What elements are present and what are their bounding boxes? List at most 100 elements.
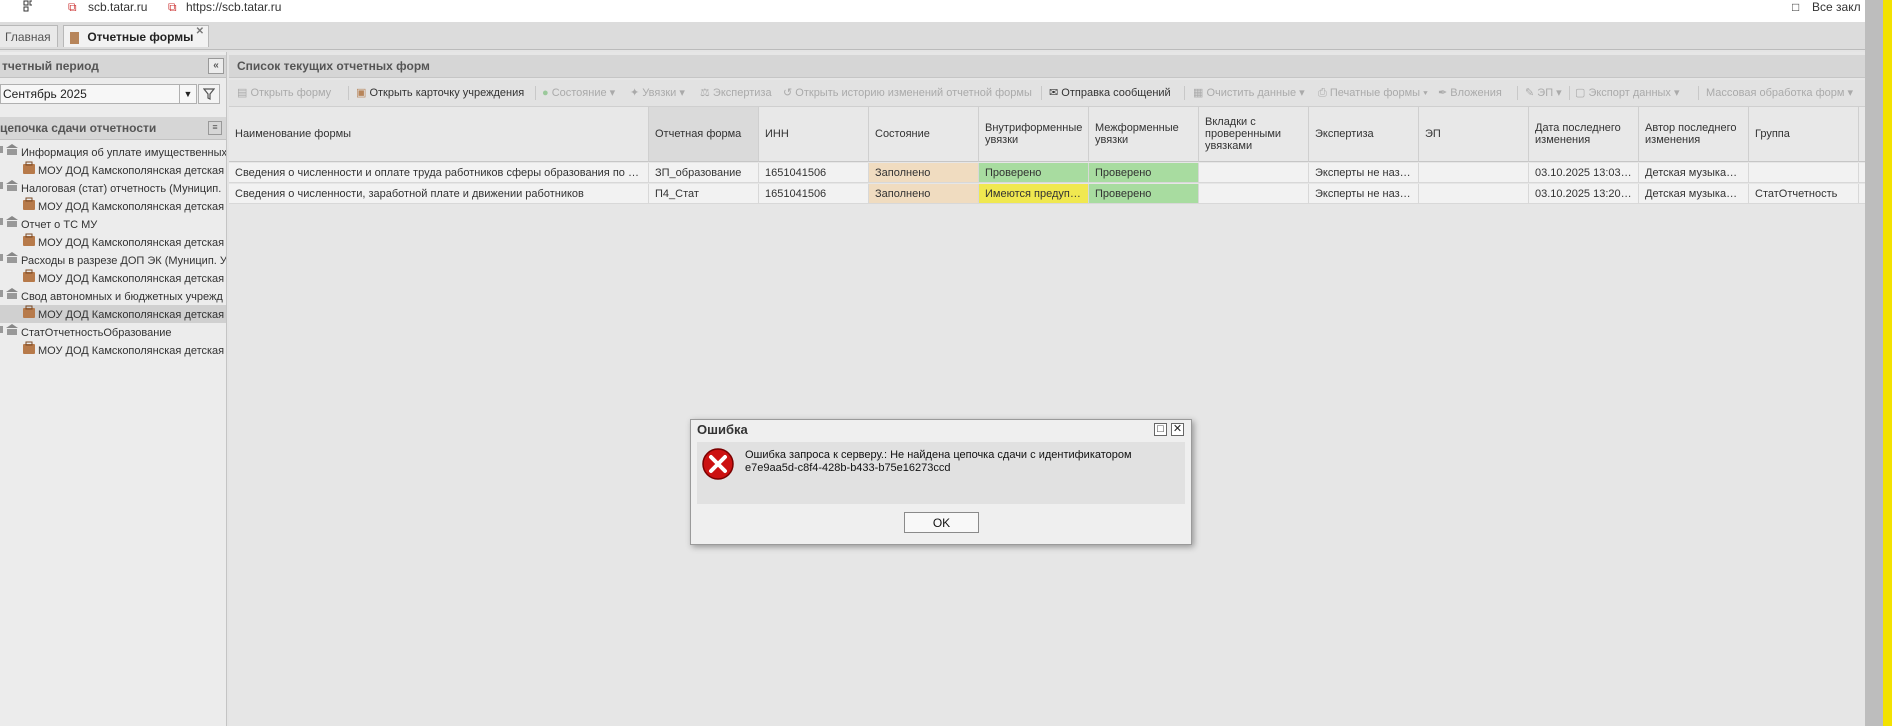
tree-node-org[interactable]: МОУ ДОД Камскополянская детская bbox=[0, 161, 226, 179]
tab-home[interactable]: Главная bbox=[0, 25, 58, 47]
bookmark-scb-https[interactable]: https://scb.tatar.ru bbox=[186, 0, 281, 14]
close-icon[interactable]: ✕ bbox=[1171, 423, 1184, 436]
column-header[interactable]: ИНН bbox=[759, 107, 869, 162]
table-cell[interactable] bbox=[1199, 163, 1309, 183]
list-header: Список текущих отчетных форм bbox=[229, 55, 1865, 78]
maximize-icon[interactable]: □ bbox=[1154, 423, 1167, 436]
open-card-button[interactable]: ▣ Открыть карточку учреждения bbox=[356, 80, 524, 106]
table-cell[interactable]: Эксперты не наз… bbox=[1309, 184, 1419, 204]
table-cell[interactable]: Детская музыкал… bbox=[1639, 163, 1749, 183]
clear-data-button[interactable]: ▦ Очистить данные ▾ bbox=[1193, 80, 1305, 106]
column-header[interactable]: Состояние bbox=[869, 107, 979, 162]
ok-button[interactable]: OK bbox=[904, 512, 979, 533]
column-header[interactable]: Отчетная форма bbox=[649, 107, 759, 162]
tab-report-forms[interactable]: Отчетные формы ✕ bbox=[63, 25, 209, 47]
tree-node-label: Отчет о ТС МУ bbox=[21, 218, 98, 231]
tree-node-org[interactable]: МОУ ДОД Камскополянская детская bbox=[0, 197, 226, 215]
send-messages-button[interactable]: ✉ Отправка сообщений bbox=[1049, 80, 1171, 106]
all-bookmarks[interactable]: Все закл bbox=[1812, 0, 1861, 14]
table-cell[interactable]: СтатОтчетность bbox=[1749, 184, 1859, 204]
mass-processing-button[interactable]: Массовая обработка форм ▾ bbox=[1706, 80, 1853, 106]
print-forms-button[interactable]: ⎙ Печатные формы ▾ bbox=[1318, 80, 1428, 106]
column-header[interactable]: Экспертиза bbox=[1309, 107, 1419, 162]
chevron-down-icon[interactable]: ▼ bbox=[179, 85, 196, 103]
envelope-icon: ✉ bbox=[1049, 87, 1062, 99]
column-header[interactable]: Внутриформенные увязки bbox=[979, 107, 1089, 162]
folder-icon: □ bbox=[1792, 0, 1800, 14]
print-forms-label: Печатные формы bbox=[1329, 87, 1421, 99]
tree-node-label: МОУ ДОД Камскополянская детская bbox=[38, 308, 225, 321]
table-cell[interactable]: Эксперты не наз… bbox=[1309, 163, 1419, 183]
column-header[interactable]: Группа bbox=[1749, 107, 1859, 162]
table-cell[interactable]: 1651041506 bbox=[759, 163, 869, 183]
table-cell[interactable]: Сведения о численности, заработной плате… bbox=[229, 184, 649, 204]
table-cell[interactable]: Имеются предуп… bbox=[979, 184, 1089, 204]
column-header-label: ЭП bbox=[1425, 128, 1441, 140]
column-header[interactable]: ЭП bbox=[1419, 107, 1529, 162]
table-cell[interactable]: Детская музыкал… bbox=[1639, 184, 1749, 204]
table-cell[interactable] bbox=[1199, 184, 1309, 204]
tree-node-label: Расходы в разрезе ДОП ЭК (Муницип. У bbox=[21, 254, 226, 267]
filter-button[interactable] bbox=[198, 84, 220, 104]
table-cell[interactable]: П4_Стат bbox=[649, 184, 759, 204]
column-header-label: Наименование формы bbox=[235, 128, 352, 140]
table-cell[interactable]: Заполнено bbox=[869, 163, 979, 183]
tree-node-label: Свод автономных и бюджетных учрежд bbox=[21, 290, 223, 303]
tree-node-group[interactable]: Налоговая (стат) отчетность (Муницип. bbox=[0, 179, 226, 197]
table-cell[interactable]: Проверено bbox=[1089, 184, 1199, 204]
tree-node-org[interactable]: МОУ ДОД Камскополянская детская bbox=[0, 305, 226, 323]
tree-node-group[interactable]: Свод автономных и бюджетных учрежд bbox=[0, 287, 226, 305]
table-cell[interactable]: 03.10.2025 13:20… bbox=[1529, 184, 1639, 204]
table-cell[interactable] bbox=[1419, 163, 1529, 183]
table-cell[interactable]: 03.10.2025 13:03… bbox=[1529, 163, 1639, 183]
links-button[interactable]: ✦ Увязки ▾ bbox=[630, 80, 685, 106]
tree-node-org[interactable]: МОУ ДОД Камскополянская детская bbox=[0, 269, 226, 287]
open-form-label: Открыть форму bbox=[250, 87, 332, 99]
table-cell[interactable]: ЗП_образование bbox=[649, 163, 759, 183]
links-icon: ✦ bbox=[630, 87, 643, 99]
table-cell[interactable]: Проверено bbox=[979, 163, 1089, 183]
ep-button[interactable]: ✎ ЭП ▾ bbox=[1525, 80, 1562, 106]
bookmarks-grid-icon[interactable] bbox=[2, 0, 35, 15]
bookmark-scb[interactable]: scb.tatar.ru bbox=[88, 0, 147, 14]
expertise-button[interactable]: ⚖ Экспертиза bbox=[700, 80, 772, 106]
attachments-button[interactable]: ✒ Вложения bbox=[1438, 80, 1502, 106]
table-cell[interactable] bbox=[1419, 184, 1529, 204]
table-cell[interactable]: 1651041506 bbox=[759, 184, 869, 204]
collapse-panel-icon[interactable]: « bbox=[208, 58, 224, 74]
briefcase-icon bbox=[22, 341, 36, 359]
column-header[interactable]: Вкладки с проверенными увязками bbox=[1199, 107, 1309, 162]
tree-node-label: МОУ ДОД Камскополянская детская bbox=[38, 272, 225, 285]
tree-node-group[interactable]: Отчет о ТС МУ bbox=[0, 215, 226, 233]
table-cell[interactable]: Проверено bbox=[1089, 163, 1199, 183]
open-form-icon: ▤ bbox=[237, 87, 251, 99]
history-button[interactable]: ↺ Открыть историю изменений отчетной фор… bbox=[783, 80, 1032, 106]
toolbar-separator bbox=[1041, 86, 1042, 100]
period-select[interactable]: Сентябрь 2025 ▼ bbox=[0, 84, 197, 104]
export-button[interactable]: ▢ Экспорт данных ▾ bbox=[1575, 80, 1680, 106]
institution-icon bbox=[0, 251, 19, 269]
tree-node-group[interactable]: Информация об уплате имущественных bbox=[0, 143, 226, 161]
column-header[interactable]: Автор последнего изменения bbox=[1639, 107, 1749, 162]
institution-icon bbox=[0, 143, 19, 161]
tree-node-org[interactable]: МОУ ДОД Камскополянская детская bbox=[0, 233, 226, 251]
column-header[interactable]: Наименование формы bbox=[229, 107, 649, 162]
tree-node-group[interactable]: Расходы в разрезе ДОП ЭК (Муницип. У bbox=[0, 251, 226, 269]
browser-bookmarks-bar: ⧉ scb.tatar.ru ⧉ https://scb.tatar.ru □ … bbox=[0, 0, 1892, 23]
column-header[interactable]: Дата последнего изменения bbox=[1529, 107, 1639, 162]
table-cell[interactable]: Заполнено bbox=[869, 184, 979, 204]
state-button[interactable]: ● Состояние ▾ bbox=[542, 80, 615, 106]
tree-node-group[interactable]: СтатОтчетностьОбразование bbox=[0, 323, 226, 341]
table-cell[interactable]: Сведения о численности и оплате труда ра… bbox=[229, 163, 649, 183]
open-card-label: Открыть карточку учреждения bbox=[369, 87, 525, 99]
column-header[interactable]: Межформенные увязки bbox=[1089, 107, 1199, 162]
tree-node-label: СтатОтчетностьОбразование bbox=[21, 326, 172, 339]
tree-node-org[interactable]: МОУ ДОД Камскополянская детская bbox=[0, 341, 226, 359]
paperclip-icon: ✒ bbox=[1438, 87, 1451, 99]
tree-options-icon[interactable]: ≡ bbox=[208, 121, 222, 135]
vertical-scrollbar[interactable] bbox=[1865, 0, 1883, 726]
card-icon: ▣ bbox=[356, 87, 370, 99]
close-tab-icon[interactable]: ✕ bbox=[196, 21, 204, 43]
open-form-button[interactable]: ▤ Открыть форму bbox=[237, 80, 331, 106]
table-cell[interactable] bbox=[1749, 163, 1859, 183]
